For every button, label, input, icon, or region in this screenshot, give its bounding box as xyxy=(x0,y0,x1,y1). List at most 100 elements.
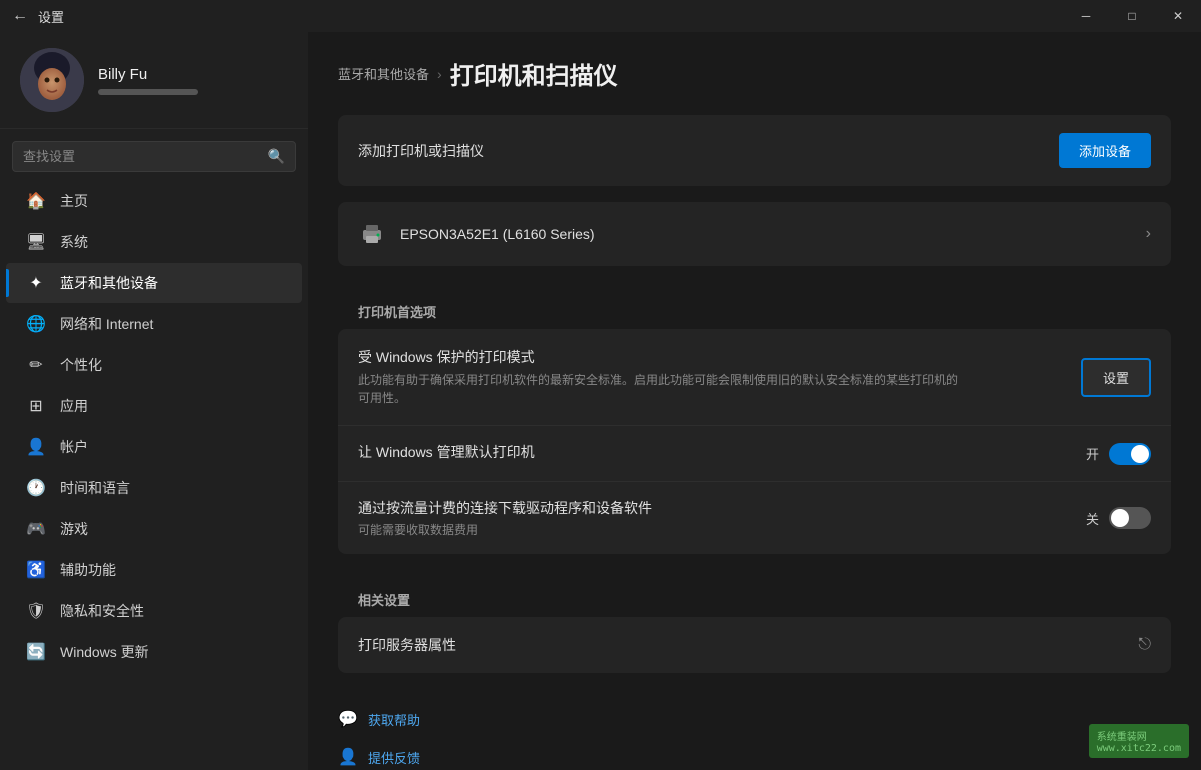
printer-item-row[interactable]: EPSON3A52E1 (L6160 Series) › xyxy=(338,202,1171,266)
protected-print-settings-button[interactable]: 设置 xyxy=(1081,358,1151,397)
printer-preferences-card: 受 Windows 保护的打印模式 此功能有助于确保采用打印机软件的最新安全标准… xyxy=(338,329,1171,554)
avatar xyxy=(20,48,84,112)
add-printer-card: 添加打印机或扫描仪 添加设备 xyxy=(338,115,1171,186)
protected-print-text: 受 Windows 保护的打印模式 此功能有助于确保采用打印机软件的最新安全标准… xyxy=(358,347,958,407)
add-device-button[interactable]: 添加设备 xyxy=(1059,133,1151,168)
sidebar-item-label-update: Windows 更新 xyxy=(60,642,149,662)
help-label: 获取帮助 xyxy=(368,710,420,729)
sidebar-item-label-time: 时间和语言 xyxy=(60,478,130,498)
network-nav-icon: 🌐 xyxy=(26,314,46,334)
sidebar-item-label-privacy: 隐私和安全性 xyxy=(60,601,144,621)
bluetooth-nav-icon: ✦ xyxy=(26,273,46,293)
sidebar-item-network[interactable]: 🌐 网络和 Internet xyxy=(6,304,302,344)
manage-default-toggle-group: 开 xyxy=(1086,443,1151,465)
search-input[interactable] xyxy=(23,149,260,164)
home-nav-icon: 🏠 xyxy=(26,191,46,211)
sidebar-item-label-bluetooth: 蓝牙和其他设备 xyxy=(60,273,158,293)
maximize-button[interactable]: □ xyxy=(1109,0,1155,32)
sidebar-item-label-personalization: 个性化 xyxy=(60,355,102,375)
privacy-nav-icon: 🛡 xyxy=(26,601,46,621)
sidebar-item-time[interactable]: 🕐 时间和语言 xyxy=(6,468,302,508)
manage-default-row: 让 Windows 管理默认打印机 开 xyxy=(338,426,1171,482)
personalization-nav-icon: ✏ xyxy=(26,355,46,375)
user-section: Billy Fu xyxy=(0,32,308,129)
breadcrumb-parent[interactable]: 蓝牙和其他设备 xyxy=(338,64,429,83)
watermark-url: www.xitc22.com xyxy=(1097,743,1181,754)
footer-links: 💬 获取帮助 👤 提供反馈 xyxy=(338,689,1171,770)
sidebar-item-bluetooth[interactable]: ✦ 蓝牙和其他设备 xyxy=(6,263,302,303)
protected-print-desc: 此功能有助于确保采用打印机软件的最新安全标准。启用此功能可能会限制使用旧的默认安… xyxy=(358,371,958,407)
manage-default-toggle-label: 开 xyxy=(1086,444,1099,463)
app-body: Billy Fu 🔍 🏠 主页 🖥 系统 ✦ 蓝牙和其他设备 🌐 网络和 Internet ✏ 个… xyxy=(0,32,1201,770)
back-button[interactable]: ← xyxy=(12,7,28,25)
sidebar-item-label-accounts: 帐户 xyxy=(60,437,88,457)
manage-default-toggle[interactable] xyxy=(1109,443,1151,465)
sidebar-item-label-apps: 应用 xyxy=(60,396,88,416)
breadcrumb-separator: › xyxy=(437,66,442,82)
sidebar: Billy Fu 🔍 🏠 主页 🖥 系统 ✦ 蓝牙和其他设备 🌐 网络和 Internet ✏ 个… xyxy=(0,32,308,770)
metered-connection-text: 通过按流量计费的连接下载驱动程序和设备软件 可能需要收取数据费用 xyxy=(358,498,652,538)
feedback-icon: 👤 xyxy=(338,747,358,767)
app-title: 设置 xyxy=(38,7,64,26)
metered-connection-toggle[interactable] xyxy=(1109,507,1151,529)
accessibility-nav-icon: ♿ xyxy=(26,560,46,580)
sidebar-item-label-accessibility: 辅助功能 xyxy=(60,560,116,580)
sidebar-item-gaming[interactable]: 🎮 游戏 xyxy=(6,509,302,549)
titlebar-left: ← 设置 xyxy=(12,7,64,26)
metered-connection-toggle-thumb xyxy=(1111,509,1129,527)
time-nav-icon: 🕐 xyxy=(26,478,46,498)
printer-list-card: EPSON3A52E1 (L6160 Series) › xyxy=(338,202,1171,266)
metered-connection-toggle-group: 关 xyxy=(1086,507,1151,529)
user-name: Billy Fu xyxy=(98,66,198,83)
sidebar-item-privacy[interactable]: 🛡 隐私和安全性 xyxy=(6,591,302,631)
preferences-section-label: 打印机首选项 xyxy=(338,282,1171,329)
update-nav-icon: 🔄 xyxy=(26,642,46,662)
print-server-row[interactable]: 打印服务器属性 ⎋ xyxy=(338,617,1171,673)
sidebar-item-accounts[interactable]: 👤帐户 xyxy=(6,427,302,467)
sidebar-item-label-home: 主页 xyxy=(60,191,88,211)
metered-connection-row: 通过按流量计费的连接下载驱动程序和设备软件 可能需要收取数据费用 关 xyxy=(338,482,1171,554)
nav-menu: 🏠 主页 🖥 系统 ✦ 蓝牙和其他设备 🌐 网络和 Internet ✏ 个性化 ⊞ 应用 👤帐户 🕐 时间… xyxy=(0,180,308,673)
close-button[interactable]: ✕ xyxy=(1155,0,1201,32)
related-settings-label: 相关设置 xyxy=(338,570,1171,617)
sidebar-item-apps[interactable]: ⊞ 应用 xyxy=(6,386,302,426)
metered-connection-subtitle: 可能需要收取数据费用 xyxy=(358,521,652,538)
protected-print-title: 受 Windows 保护的打印模式 xyxy=(358,347,958,367)
external-link-icon: ⎋ xyxy=(1138,636,1151,654)
metered-connection-title: 通过按流量计费的连接下载驱动程序和设备软件 xyxy=(358,498,652,518)
feedback-link[interactable]: 👤 提供反馈 xyxy=(338,743,1171,770)
breadcrumb: 蓝牙和其他设备 › 打印机和扫描仪 xyxy=(338,56,1171,91)
sidebar-item-label-system: 系统 xyxy=(60,232,88,252)
add-printer-row: 添加打印机或扫描仪 添加设备 xyxy=(338,115,1171,186)
titlebar: ← 设置 ─ □ ✕ xyxy=(0,0,1201,32)
manage-default-toggle-thumb xyxy=(1131,445,1149,463)
add-printer-label: 添加打印机或扫描仪 xyxy=(358,141,484,161)
sidebar-item-accessibility[interactable]: ♿ 辅助功能 xyxy=(6,550,302,590)
sidebar-item-home[interactable]: 🏠 主页 xyxy=(6,181,302,221)
minimize-button[interactable]: ─ xyxy=(1063,0,1109,32)
breadcrumb-current: 打印机和扫描仪 xyxy=(450,56,618,91)
help-link[interactable]: 💬 获取帮助 xyxy=(338,705,1171,733)
gaming-nav-icon: 🎮 xyxy=(26,519,46,539)
print-server-label: 打印服务器属性 xyxy=(358,635,456,655)
apps-nav-icon: ⊞ xyxy=(26,396,46,416)
sidebar-item-label-network: 网络和 Internet xyxy=(60,314,153,334)
sidebar-item-update[interactable]: 🔄 Windows 更新 xyxy=(6,632,302,672)
window-controls: ─ □ ✕ xyxy=(1063,0,1201,32)
add-printer-label-group: 添加打印机或扫描仪 xyxy=(358,141,484,161)
manage-default-title: 让 Windows 管理默认打印机 xyxy=(358,442,535,462)
printer-icon xyxy=(358,220,386,248)
metered-connection-toggle-label: 关 xyxy=(1086,509,1099,528)
system-nav-icon: 🖥 xyxy=(26,232,46,252)
printer-item-left: EPSON3A52E1 (L6160 Series) xyxy=(358,220,595,248)
protected-print-row: 受 Windows 保护的打印模式 此功能有助于确保采用打印机软件的最新安全标准… xyxy=(338,329,1171,426)
user-info: Billy Fu xyxy=(98,66,198,95)
printer-item-name: EPSON3A52E1 (L6160 Series) xyxy=(400,226,595,242)
search-box[interactable]: 🔍 xyxy=(12,141,296,172)
search-icon: 🔍 xyxy=(268,148,285,165)
watermark: 系统重装网 www.xitc22.com xyxy=(1089,724,1189,758)
sidebar-item-label-gaming: 游戏 xyxy=(60,519,88,539)
watermark-title: 系统重装网 xyxy=(1097,728,1181,743)
sidebar-item-system[interactable]: 🖥 系统 xyxy=(6,222,302,262)
sidebar-item-personalization[interactable]: ✏ 个性化 xyxy=(6,345,302,385)
